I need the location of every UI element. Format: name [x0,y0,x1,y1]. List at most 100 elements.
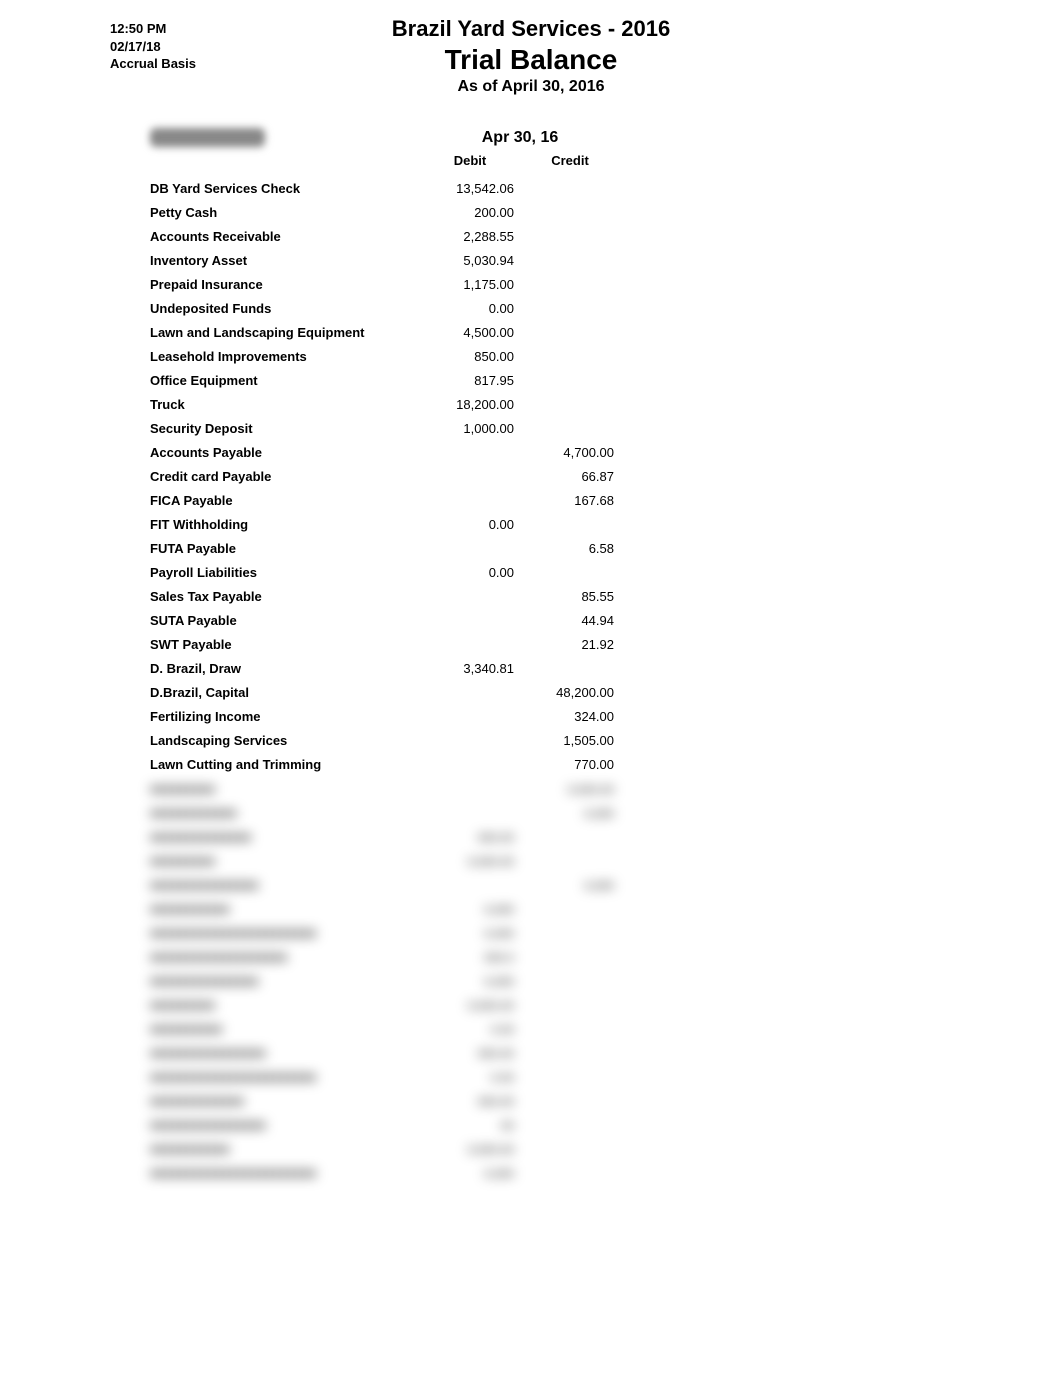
account-name: xxxxxxxxx [100,990,420,1014]
table-row: xxxxxxxxxxxxxxxxxxxxxx.x [100,942,620,966]
table-row: FIT Withholding0.00 [100,510,620,534]
credit-value: 6.58 [520,534,620,558]
table-row: xxxxxxxxxxx.xx [100,1014,620,1038]
debit-value [420,462,520,486]
debit-value: 5,030.94 [420,246,520,270]
debit-value: 2,288.55 [420,222,520,246]
header-time: 12:50 PM [110,20,196,38]
debit-value: 0.00 [420,294,520,318]
table-row: Landscaping Services 1,505.00 [100,726,620,750]
debit-value [420,678,520,702]
credit-value: 1,505.00 [520,726,620,750]
credit-value [520,1158,620,1182]
credit-value [520,270,620,294]
blurred-first-cell: xxxxxxxxxxxx [100,126,420,149]
debit-value [420,606,520,630]
account-name: xxxxxxxxxxx [100,894,420,918]
debit-value: x,xxx [420,1158,520,1182]
credit-value [520,558,620,582]
credit-value: x,xxx.xx [520,774,620,798]
account-name: FICA Payable [100,486,420,510]
credit-value [520,1134,620,1158]
debit-value: 3,340.81 [420,654,520,678]
table-row: Petty Cash200.00 [100,198,620,222]
credit-value [520,654,620,678]
table-row: xxxxxxxxxxxxx,xxx [100,798,620,822]
account-name: xxxxxxxxxxxxxxxx [100,1038,420,1062]
debit-value: xxx.xx [420,1086,520,1110]
account-name: Security Deposit [100,414,420,438]
account-name: Prepaid Insurance [100,270,420,294]
credit-value: 44.94 [520,606,620,630]
table-row: Lawn Cutting and Trimming770.00 [100,750,620,774]
account-name: Inventory Asset [100,246,420,270]
debit-value: xxx.x [420,942,520,966]
debit-value: 18,200.00 [420,390,520,414]
debit-value: x,xxx.xx [420,846,520,870]
credit-value [520,1014,620,1038]
debit-value: xx [420,1110,520,1134]
table-row: Fertilizing Income 324.00 [100,702,620,726]
credit-value [520,822,620,846]
account-name: Office Equipment [100,366,420,390]
account-name: Lawn Cutting and Trimming [100,750,420,774]
account-name: Landscaping Services [100,726,420,750]
credit-value [520,342,620,366]
debit-value: x,xxx [420,894,520,918]
table-row: xxxxxxxxxxxx,xxx [100,894,620,918]
credit-value: 324.00 [520,702,620,726]
trial-balance-table: xxxxxxxxxxxx Apr 30, 16 Debit Credit DB … [100,126,620,1182]
debit-value [420,726,520,750]
account-name: Accounts Receivable [100,222,420,246]
account-name: Payroll Liabilities [100,558,420,582]
table-row: Undeposited Funds0.00 [100,294,620,318]
debit-value [420,774,520,798]
table-row: Leasehold Improvements850.00 [100,342,620,366]
debit-value: x,xxx [420,918,520,942]
credit-value [520,366,620,390]
account-name: xxxxxxxxxxxxxxx [100,966,420,990]
debit-value [420,870,520,894]
debit-value: 13,542.06 [420,174,520,198]
credit-value [520,1038,620,1062]
report-asof: As of April 30, 2016 [40,78,1022,96]
credit-value [520,846,620,870]
credit-value [520,174,620,198]
account-name: xxxxxxxxxxxxxxx [100,870,420,894]
debit-value: x.xx [420,1062,520,1086]
credit-value: x,xxx [520,870,620,894]
table-row: xxxxxxxxxxxxxxxxxxxxxxxx,xxx [100,1158,620,1182]
account-name: FUTA Payable [100,534,420,558]
account-name: xxxxxxxxxx [100,1014,420,1038]
account-name: xxxxxxxxxxxxxxxx [100,1110,420,1134]
table-row: D.Brazil, Capital48,200.00 [100,678,620,702]
table-row: Inventory Asset5,030.94 [100,246,620,270]
table-row: xxxxxxxxxx,xxx.xx [100,990,620,1014]
account-name: xxxxxxxxxxxxxx [100,822,420,846]
credit-value [520,390,620,414]
table-row: Payroll Liabilities0.00 [100,558,620,582]
credit-value [520,990,620,1014]
header-date: 02/17/18 [110,38,196,56]
account-name: Lawn and Landscaping Equipment [100,318,420,342]
credit-value [520,1062,620,1086]
table-row: Credit card Payable66.87 [100,462,620,486]
account-name: SUTA Payable [100,606,420,630]
debit-value: 0.00 [420,510,520,534]
account-name: Truck [100,390,420,414]
table-row: Sales Tax Payable85.55 [100,582,620,606]
table-row: xxxxxxxxxxxxxxxxxx [100,1110,620,1134]
table-row: xxxxxxxxxxxxxxxxx.xx [100,822,620,846]
account-name: xxxxxxxxxxxxxxxxxxxxxxx [100,918,420,942]
account-name: xxxxxxxxxxx [100,1134,420,1158]
table-row: xxxxxxxxxxxxxxxxxxxxxxxx,xxx [100,918,620,942]
credit-value [520,198,620,222]
account-name: Fertilizing Income [100,702,420,726]
debit-value [420,486,520,510]
debit-value [420,582,520,606]
debit-value: 1,175.00 [420,270,520,294]
account-name: xxxxxxxxx [100,846,420,870]
debit-value [420,798,520,822]
credit-value [520,246,620,270]
account-name: DB Yard Services Check [100,174,420,198]
